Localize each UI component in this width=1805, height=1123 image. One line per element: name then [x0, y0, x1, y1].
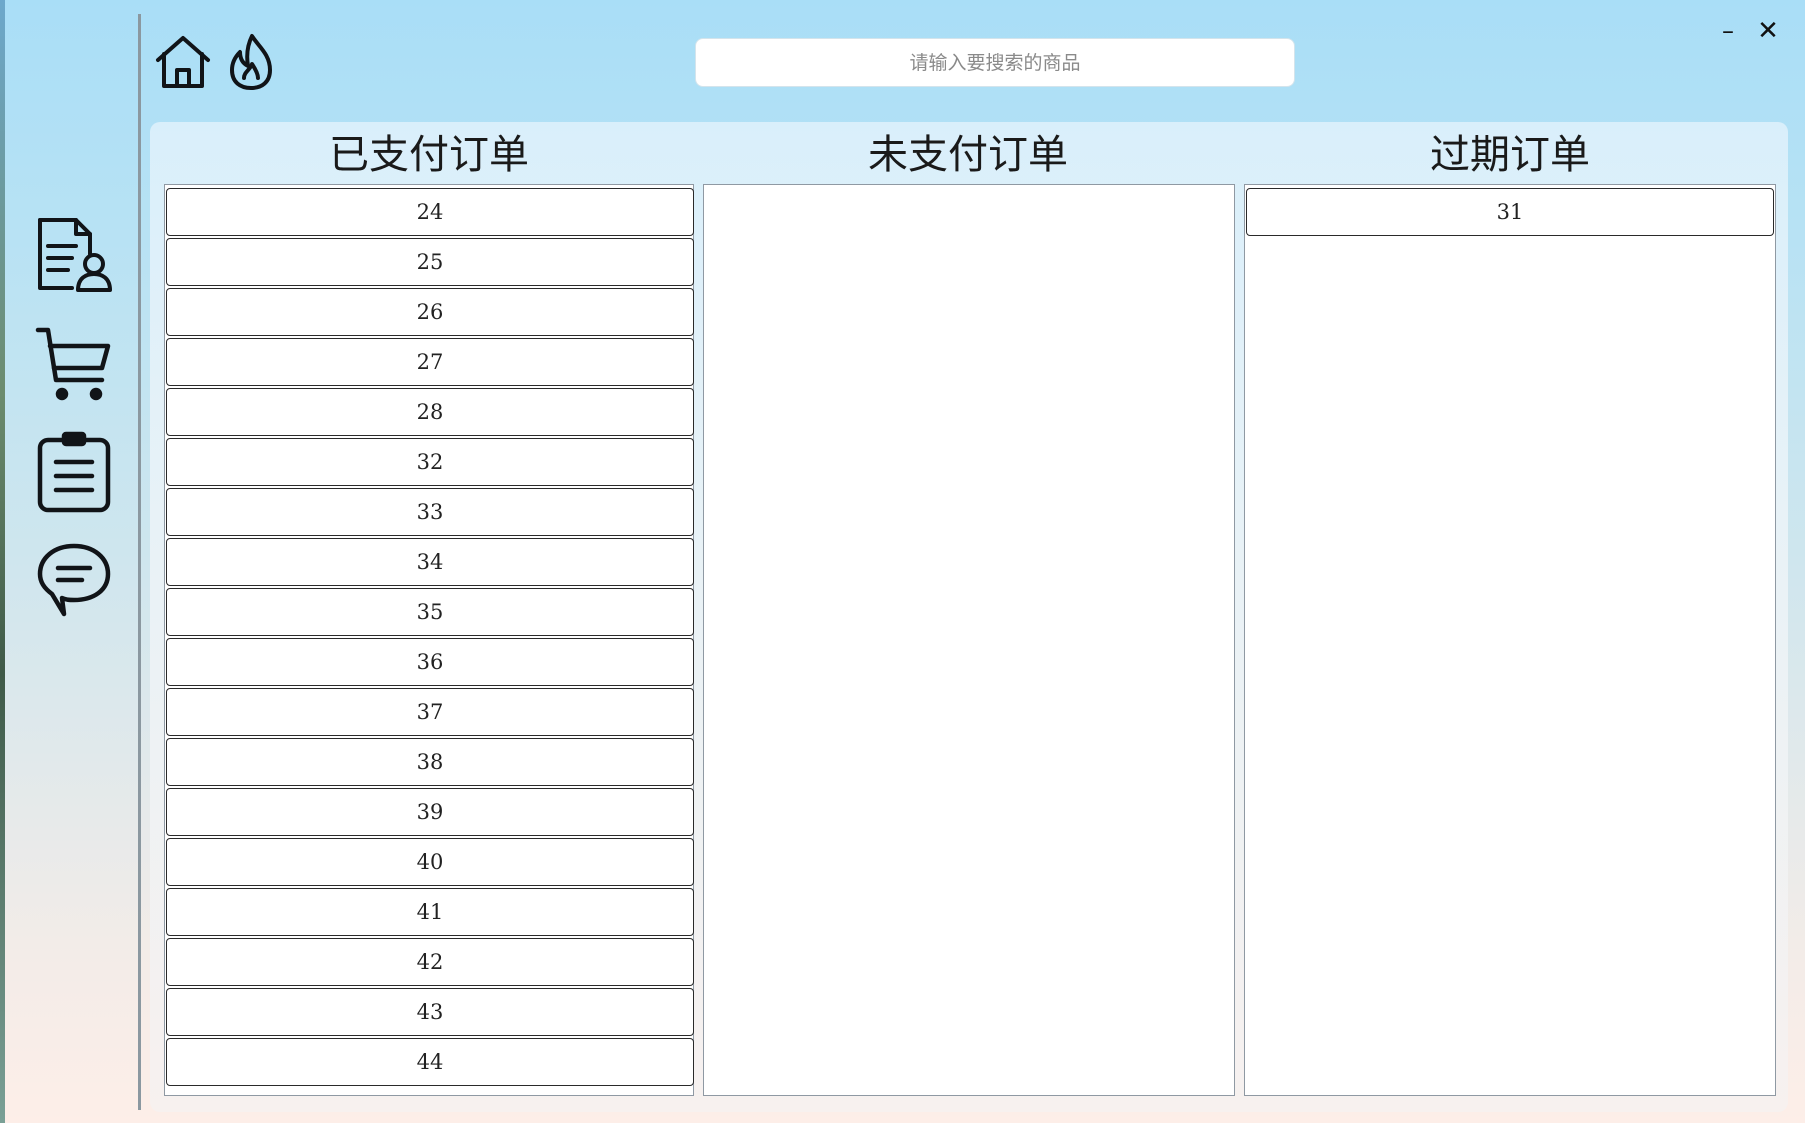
- paid-orders-list: 24 25 26 27 28 32 33 34 35 36 37 38 39 40 41 42 43 44: [164, 184, 694, 1096]
- window-edge-strip: [0, 0, 5, 1123]
- order-row[interactable]: 35: [166, 588, 694, 636]
- order-row[interactable]: 24: [166, 188, 694, 236]
- order-row[interactable]: 38: [166, 738, 694, 786]
- order-row[interactable]: 41: [166, 888, 694, 936]
- fire-icon: [230, 34, 272, 90]
- home-button[interactable]: [154, 32, 212, 92]
- order-row[interactable]: 27: [166, 338, 694, 386]
- chat-bubble-icon: [37, 543, 111, 617]
- order-row[interactable]: 40: [166, 838, 694, 886]
- order-row[interactable]: 43: [166, 988, 694, 1036]
- order-row[interactable]: 25: [166, 238, 694, 286]
- expired-orders-title: 过期订单: [1430, 132, 1590, 178]
- expired-orders-list: 31: [1244, 184, 1776, 1096]
- sidebar-profile-button[interactable]: [32, 214, 116, 298]
- order-row[interactable]: 31: [1246, 188, 1774, 236]
- unpaid-orders-list: [703, 184, 1235, 1096]
- order-row[interactable]: 26: [166, 288, 694, 336]
- order-row[interactable]: 33: [166, 488, 694, 536]
- hot-button[interactable]: [222, 32, 280, 92]
- search-input[interactable]: [695, 38, 1295, 87]
- minimize-button[interactable]: –: [1711, 14, 1745, 48]
- unpaid-orders-title: 未支付订单: [868, 132, 1068, 178]
- sidebar-divider: [138, 14, 141, 1110]
- shopping-cart-icon: [35, 327, 111, 401]
- close-button[interactable]: ✕: [1751, 14, 1785, 48]
- order-row[interactable]: 42: [166, 938, 694, 986]
- order-row[interactable]: 34: [166, 538, 694, 586]
- order-row[interactable]: 28: [166, 388, 694, 436]
- profile-document-icon: [38, 218, 112, 292]
- home-icon: [156, 36, 210, 88]
- order-row[interactable]: 36: [166, 638, 694, 686]
- order-row[interactable]: 32: [166, 438, 694, 486]
- sidebar-messages-button[interactable]: [32, 538, 116, 622]
- order-row[interactable]: 44: [166, 1038, 694, 1086]
- order-row[interactable]: 39: [166, 788, 694, 836]
- paid-orders-title: 已支付订单: [329, 132, 529, 178]
- sidebar-orders-button[interactable]: [32, 430, 116, 514]
- sidebar-cart-button[interactable]: [32, 322, 116, 406]
- clipboard-list-icon: [37, 431, 111, 513]
- order-row[interactable]: 37: [166, 688, 694, 736]
